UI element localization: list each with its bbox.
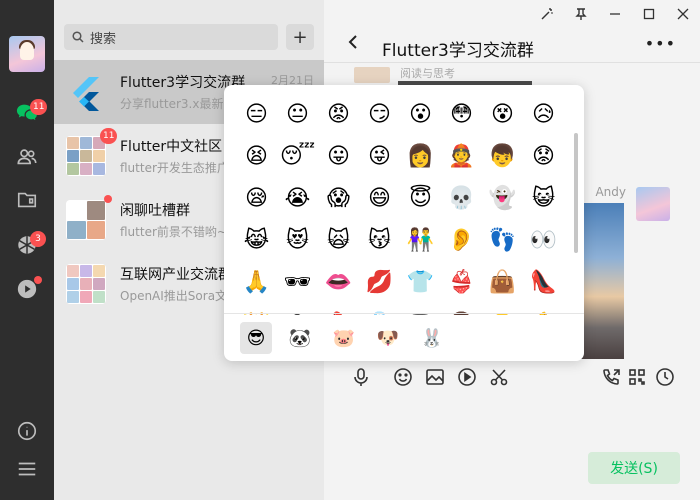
emoji-item[interactable]: 😄	[359, 177, 400, 219]
emoji-item[interactable]: 😭	[277, 177, 318, 219]
menu-icon[interactable]	[15, 457, 39, 481]
close-icon[interactable]	[666, 0, 700, 28]
folder-icon[interactable]	[15, 188, 39, 212]
emoji-item[interactable]: 👕	[400, 261, 441, 303]
group-avatar	[66, 264, 106, 304]
emoji-item[interactable]: 😳	[441, 93, 482, 135]
emoji-item[interactable]: 😪	[236, 177, 277, 219]
emoji-item[interactable]: 😽	[359, 219, 400, 261]
emoji-item[interactable]: 😡	[318, 93, 359, 135]
emoji-panel: 😑 😐 😡 😏 😮 😳 😵 😥 😫 😴 😛 😜 👩 👲 👦 😟 😪 😭 😱 😄 😇 💀 👻 😺 😹 😻 🙀 😽 👫 👂 👣 👀 🙏 🕶 👄 💋 👕 👙 👜 👠…	[224, 85, 584, 361]
emoji-item[interactable]: 🕶	[277, 261, 318, 303]
emoji-tab[interactable]: 🐰	[416, 322, 448, 354]
emoji-item[interactable]: 😵	[482, 93, 523, 135]
emoji-item[interactable]: 👣	[482, 219, 523, 261]
emoji-item[interactable]: 😥	[523, 93, 564, 135]
sender-avatar	[354, 67, 390, 83]
emoji-tab[interactable]: 🐼	[284, 322, 316, 354]
scissors-icon[interactable]	[488, 366, 510, 388]
contacts-icon[interactable]	[15, 145, 39, 169]
emoji-item[interactable]: 👄	[318, 261, 359, 303]
emoji-item[interactable]: 🙏	[236, 261, 277, 303]
add-button[interactable]: +	[286, 24, 314, 50]
flutter-logo-avatar	[66, 72, 106, 112]
emoji-item[interactable]: 😇	[400, 177, 441, 219]
minimize-icon[interactable]	[598, 0, 632, 28]
emoji-item[interactable]: 😫	[236, 135, 277, 177]
play-icon[interactable]	[456, 366, 478, 388]
sender-avatar[interactable]	[636, 187, 670, 221]
emoji-item[interactable]: 😑	[236, 93, 277, 135]
emoji-item[interactable]: 💀	[441, 177, 482, 219]
emoji-item[interactable]: 😮	[400, 93, 441, 135]
moments-badge: 3	[30, 231, 46, 247]
emoji-item[interactable]: 👲	[441, 135, 482, 177]
emoji-item[interactable]: 😛	[318, 135, 359, 177]
emoji-item[interactable]: 👩	[400, 135, 441, 177]
group-avatar	[66, 200, 106, 240]
grid-icon[interactable]	[626, 366, 648, 388]
emoji-item[interactable]: 💋	[359, 261, 400, 303]
emoji-item[interactable]: 👜	[482, 261, 523, 303]
send-button[interactable]: 发送(S)	[588, 452, 680, 484]
emoji-item[interactable]: 😹	[236, 219, 277, 261]
user-avatar[interactable]	[9, 36, 45, 72]
emoji-tab[interactable]: 🐷	[328, 322, 360, 354]
back-icon[interactable]	[346, 34, 360, 55]
clock-icon[interactable]	[654, 366, 676, 388]
emoji-item[interactable]: 😟	[523, 135, 564, 177]
emoji-item[interactable]: 😜	[359, 135, 400, 177]
emoji-item[interactable]: 👙	[441, 261, 482, 303]
emoji-item[interactable]: 😻	[277, 219, 318, 261]
emoji-tab-bar: 😎 🐼 🐷 🐶 🐰	[224, 313, 584, 361]
emoji-item[interactable]: 👫	[400, 219, 441, 261]
search-input[interactable]: 搜索	[64, 24, 278, 50]
chat-window-title: Flutter3学习交流群	[382, 41, 534, 61]
video-channel-dot	[34, 276, 42, 284]
emoji-item[interactable]: 😴	[277, 135, 318, 177]
pin-icon[interactable]	[564, 0, 598, 28]
emoji-scrollbar[interactable]	[574, 133, 578, 253]
sidebar: 11 3	[0, 0, 54, 500]
emoji-item[interactable]: 👻	[482, 177, 523, 219]
microphone-icon[interactable]	[350, 366, 372, 388]
search-placeholder: 搜索	[90, 31, 117, 47]
sender-name: Andy	[595, 185, 626, 199]
emoji-icon[interactable]	[392, 366, 414, 388]
image-icon[interactable]	[424, 366, 446, 388]
emoji-item[interactable]: 😺	[523, 177, 564, 219]
maximize-icon[interactable]	[632, 0, 666, 28]
emoji-tab[interactable]: 🐶	[372, 322, 404, 354]
emoji-item[interactable]: 🙀	[318, 219, 359, 261]
info-icon[interactable]	[15, 419, 39, 443]
emoji-item[interactable]: 👀	[523, 219, 564, 261]
input-toolbar	[324, 360, 700, 394]
emoji-item[interactable]: 👦	[482, 135, 523, 177]
phone-forward-icon[interactable]	[600, 366, 622, 388]
more-icon[interactable]: •••	[645, 34, 676, 53]
unread-badge: 11	[100, 128, 118, 144]
message-text: 阅读与思考	[400, 67, 455, 80]
magic-wand-icon[interactable]	[530, 0, 564, 28]
emoji-grid: 😑 😐 😡 😏 😮 😳 😵 😥 😫 😴 😛 😜 👩 👲 👦 😟 😪 😭 😱 😄 😇 💀 👻 😺 😹 😻 🙀 😽 👫 👂 👣 👀 🙏 🕶 👄 💋 👕 👙 👜 👠…	[236, 93, 566, 316]
emoji-tab[interactable]: 😎	[240, 322, 272, 354]
window-controls	[530, 0, 700, 28]
search-icon	[72, 28, 84, 47]
chat-badge: 11	[30, 99, 48, 115]
group-avatar	[66, 136, 106, 176]
unread-dot	[104, 195, 112, 203]
emoji-item[interactable]: 😐	[277, 93, 318, 135]
emoji-item[interactable]: 👂	[441, 219, 482, 261]
emoji-item[interactable]: 👠	[523, 261, 564, 303]
emoji-item[interactable]: 😱	[318, 177, 359, 219]
emoji-item[interactable]: 😏	[359, 93, 400, 135]
